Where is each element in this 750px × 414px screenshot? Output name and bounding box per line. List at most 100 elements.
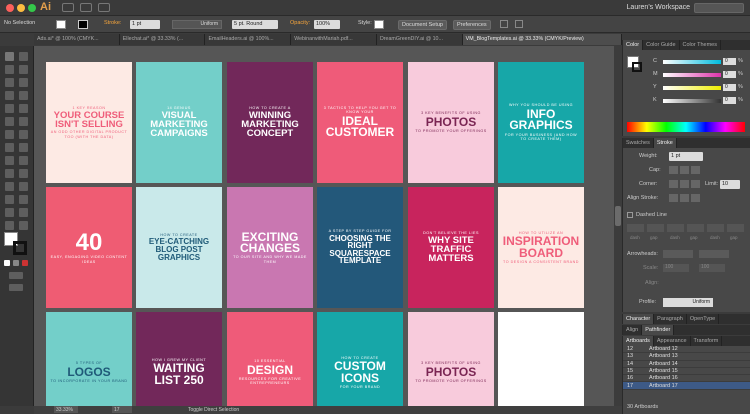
tab-artboards[interactable]: Artboards xyxy=(623,336,654,346)
tab-vm-blogtemplates[interactable]: VM_BlogTemplates.ai @ 33.33% (CMYK/Previ… xyxy=(462,34,622,45)
dash-gap-input[interactable] xyxy=(627,224,644,232)
free-transform-tool-icon[interactable] xyxy=(19,143,28,152)
tab-emailheaders[interactable]: EmailHeaders.ai @ 100%... xyxy=(205,34,292,45)
zoom-tool-icon[interactable] xyxy=(19,221,28,230)
rotate-tool-icon[interactable] xyxy=(5,130,14,139)
projecting-cap-icon[interactable] xyxy=(691,166,700,174)
minimize-window-button[interactable] xyxy=(17,4,25,12)
graph-tool-icon[interactable] xyxy=(19,195,28,204)
limit-input[interactable]: 10 xyxy=(720,180,740,189)
tab-swatches[interactable]: Swatches xyxy=(623,138,654,148)
type-tool-icon[interactable] xyxy=(5,91,14,100)
artboard-list-item[interactable]: 16 Artboard 16 xyxy=(623,375,750,383)
weight-input[interactable]: 1 pt xyxy=(669,152,703,161)
artboard-11[interactable]: DON'T BELIEVE THE LIES WHY SITE TRAFFIC M… xyxy=(408,187,494,308)
align-outside-icon[interactable] xyxy=(691,194,700,202)
stroke-color-box[interactable] xyxy=(13,241,27,255)
opacity-label[interactable]: Opacity: xyxy=(290,20,310,26)
rectangle-tool-icon[interactable] xyxy=(5,104,14,113)
magic-wand-tool-icon[interactable] xyxy=(5,65,14,74)
dash-gap-input[interactable] xyxy=(647,224,664,232)
vertical-scrollbar[interactable] xyxy=(614,46,622,406)
symbol-sprayer-tool-icon[interactable] xyxy=(5,195,14,204)
scale-tool-icon[interactable] xyxy=(19,130,28,139)
width-tool-icon[interactable] xyxy=(5,143,14,152)
artboard-list-item[interactable]: 13 Artboard 13 xyxy=(623,353,750,361)
lasso-tool-icon[interactable] xyxy=(19,65,28,74)
channel-value[interactable]: 0 xyxy=(723,58,736,65)
artboard-10[interactable]: A STEP BY STEP GUIDE FOR CHOOSING THE RIG… xyxy=(317,187,403,308)
tab-ellechat[interactable]: Ellechat.ai* @ 33.33% (... xyxy=(119,34,206,45)
align-center-icon[interactable] xyxy=(669,194,678,202)
dashed-line-checkbox[interactable] xyxy=(627,212,633,218)
tab-color-guide[interactable]: Color Guide xyxy=(643,40,680,50)
color-mode-icon[interactable] xyxy=(4,260,10,266)
tab-color-themes[interactable]: Color Themes xyxy=(680,40,721,50)
stroke-weight-dropdown[interactable]: 1 pt xyxy=(130,20,160,29)
eyedropper-tool-icon[interactable] xyxy=(5,182,14,191)
scroll-thumb[interactable] xyxy=(615,206,621,226)
dash-gap-input[interactable] xyxy=(727,224,744,232)
color-spectrum[interactable] xyxy=(627,122,745,132)
artboard-navigator-field[interactable]: 17 xyxy=(112,406,132,413)
round-cap-icon[interactable] xyxy=(680,166,689,174)
tab-appearance[interactable]: Appearance xyxy=(654,336,691,346)
channel-slider[interactable] xyxy=(663,86,721,90)
tab-webinar[interactable]: WebinarwithMariah.pdf... xyxy=(291,34,377,45)
document-setup-button[interactable]: Document Setup xyxy=(398,20,447,30)
canvas[interactable]: 1 KEY REASON YOUR COURSE ISN'T SELLING AN … xyxy=(34,46,614,406)
start-scale-input[interactable]: 100 xyxy=(663,264,689,272)
fill-swatch[interactable] xyxy=(56,20,66,29)
tab-paragraph[interactable]: Paragraph xyxy=(654,314,687,324)
close-window-button[interactable] xyxy=(6,4,14,12)
artboard-3[interactable]: HOW TO CREATE A WINNING MARKETING CONCEPT xyxy=(227,62,313,183)
artboard-2[interactable]: 14 GENIUS VISUAL MARKETING CAMPAIGNS xyxy=(136,62,222,183)
preferences-button[interactable]: Preferences xyxy=(453,20,491,30)
panel-stroke-swatch[interactable] xyxy=(632,62,642,72)
draw-mode-icon[interactable] xyxy=(9,272,23,279)
variable-width-dropdown[interactable]: Uniform xyxy=(172,20,222,29)
artboard-list-item[interactable]: 12 Artboard 12 xyxy=(623,346,750,354)
mesh-tool-icon[interactable] xyxy=(5,169,14,178)
line-tool-icon[interactable] xyxy=(19,91,28,100)
artboard-4[interactable]: 3 TACTICS TO HELP YOU GET TO KNOW YOUR ID… xyxy=(317,62,403,183)
artboard-16[interactable]: HOW TO CREATE CUSTOM ICONS FOR YOUR BRAND xyxy=(317,312,403,406)
artboard-list-item[interactable]: 14 Artboard 14 xyxy=(623,361,750,368)
tab-color[interactable]: Color xyxy=(623,40,644,50)
none-mode-icon[interactable] xyxy=(22,260,28,266)
screen-mode-icon[interactable] xyxy=(9,284,23,291)
profile-dropdown[interactable]: Uniform xyxy=(663,298,713,307)
round-join-icon[interactable] xyxy=(680,180,689,188)
blend-tool-icon[interactable] xyxy=(19,182,28,191)
paintbrush-tool-icon[interactable] xyxy=(19,104,28,113)
search-field[interactable] xyxy=(694,3,744,13)
end-scale-input[interactable]: 100 xyxy=(699,264,725,272)
tab-character[interactable]: Character xyxy=(623,314,655,324)
tab-opentype[interactable]: OpenType xyxy=(687,314,720,324)
artboard-18[interactable] xyxy=(498,312,584,406)
artboard-7[interactable]: 40 EASY, ENGAGING VIDEO CONTENT IDEAS xyxy=(46,187,132,308)
stroke-swatch[interactable] xyxy=(78,20,88,29)
opacity-input[interactable]: 100% xyxy=(314,20,340,29)
align-icon[interactable] xyxy=(500,20,508,28)
tab-ads[interactable]: Ads.ai* @ 100% (CMYK... xyxy=(34,34,120,45)
channel-value[interactable]: 0 xyxy=(723,97,736,104)
curvature-tool-icon[interactable] xyxy=(19,78,28,87)
channel-slider[interactable] xyxy=(663,99,721,103)
artboard-14[interactable]: HOW I GREW MY CLIENT WAITING LIST 250 xyxy=(136,312,222,406)
tab-dreamgreen[interactable]: DreamGreenDIY.ai @ 10... xyxy=(376,34,463,45)
dash-gap-input[interactable] xyxy=(707,224,724,232)
zoom-level-field[interactable]: 33.33% xyxy=(54,406,78,413)
tab-stroke[interactable]: Stroke xyxy=(653,138,677,148)
channel-value[interactable]: 0 xyxy=(723,84,736,91)
slice-tool-icon[interactable] xyxy=(19,208,28,217)
brush-dropdown[interactable]: 5 pt. Round xyxy=(232,20,278,29)
artboard-5[interactable]: 3 KEY BENEFITS OF USING PHOTOS TO PROMOTE … xyxy=(408,62,494,183)
transform-icon[interactable] xyxy=(515,20,523,28)
artboard-list-item[interactable]: 17 Artboard 17 xyxy=(623,382,750,390)
hand-tool-icon[interactable] xyxy=(5,221,14,230)
channel-slider[interactable] xyxy=(663,60,721,64)
pencil-tool-icon[interactable] xyxy=(5,117,14,126)
arrange-documents-icon[interactable] xyxy=(98,3,110,12)
channel-slider[interactable] xyxy=(663,73,721,77)
